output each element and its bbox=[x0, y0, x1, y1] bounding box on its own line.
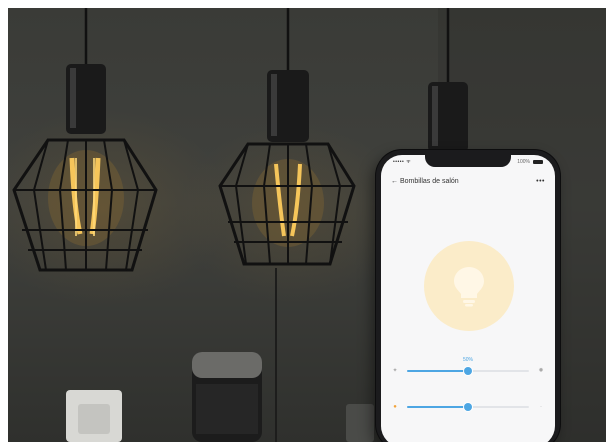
more-options-icon[interactable]: ••• bbox=[536, 178, 545, 185]
phone-notch bbox=[425, 155, 511, 167]
brightness-slider-fill bbox=[407, 370, 468, 372]
brightness-slider[interactable] bbox=[407, 367, 529, 375]
phone-screen: ••••• ᯤ 100% ← Bombillas de salón ••• 50… bbox=[381, 155, 555, 442]
smartphone: ••••• ᯤ 100% ← Bombillas de salón ••• 50… bbox=[376, 150, 560, 442]
pendant-lamp-right bbox=[428, 82, 468, 152]
brightness-slider-thumb[interactable] bbox=[464, 367, 472, 375]
brightness-high-icon: ✹ bbox=[538, 368, 544, 374]
wall-outlet bbox=[66, 390, 122, 442]
pendant-lamp-left bbox=[12, 64, 158, 272]
temperature-slider-thumb[interactable] bbox=[464, 403, 472, 411]
light-bulb-icon bbox=[454, 267, 484, 307]
temperature-slider-row: ● · bbox=[391, 402, 545, 412]
battery-icon bbox=[533, 160, 543, 164]
app-nav-bar: ← Bombillas de salón ••• bbox=[391, 175, 545, 187]
temperature-slider-fill bbox=[407, 406, 468, 408]
brightness-slider-row: ✦ ✹ bbox=[391, 366, 545, 376]
pendant-lamp-middle bbox=[218, 70, 356, 266]
light-bulb-toggle[interactable] bbox=[424, 241, 514, 331]
temperature-slider[interactable] bbox=[407, 403, 529, 411]
status-battery: 100% bbox=[517, 159, 543, 165]
battery-percent: 100% bbox=[517, 159, 530, 165]
brightness-percent: 50% bbox=[462, 357, 473, 363]
brightness-low-icon: ✦ bbox=[392, 368, 398, 374]
status-carrier: ••••• ᯤ bbox=[393, 159, 412, 165]
warm-sun-icon: ● bbox=[393, 404, 397, 410]
smart-speaker bbox=[192, 352, 262, 442]
page-title[interactable]: ← Bombillas de salón bbox=[391, 178, 459, 185]
cool-icon: · bbox=[540, 404, 542, 410]
